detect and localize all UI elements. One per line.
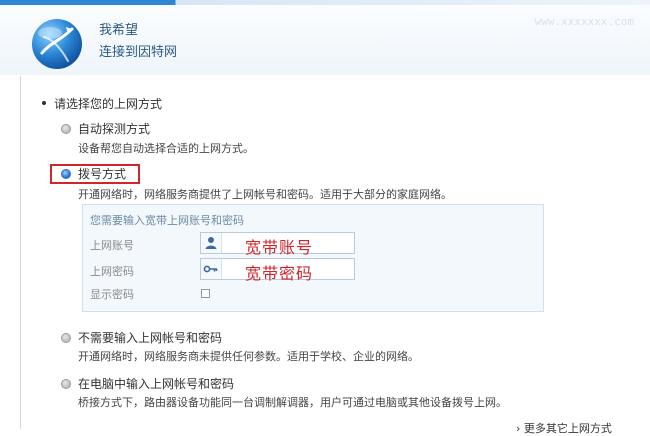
show-password-checkbox[interactable] [201,289,210,298]
option-no-credentials-label[interactable]: 不需要输入上网帐号和密码 [78,329,222,346]
option-bridge-mode-label[interactable]: 在电脑中输入上网帐号和密码 [78,375,234,392]
key-icon [201,259,222,279]
left-divider [20,76,21,429]
password-input[interactable]: 宽带密码 [200,258,355,283]
user-icon [201,233,222,253]
globe-logo-icon [32,19,82,69]
panel-hint: 您需要输入宽带上网账号和密码 [90,214,244,227]
show-password-label: 显示密码 [90,288,134,301]
account-input[interactable]: 宽带账号 [200,232,355,257]
account-label: 上网账号 [90,239,134,252]
option-auto-detect-label[interactable]: 自动探测方式 [78,120,150,137]
more-options-link[interactable]: › 更多其它上网方式 [516,420,612,436]
wizard-header: 我希望 连接到因特网 www.xxxxxxx.com [0,5,650,75]
password-value: 宽带密码 [245,264,314,283]
option-dialup-label[interactable]: 拨号方式 [78,165,126,182]
radio-no-credentials[interactable] [61,333,71,343]
watermark: www.xxxxxxx.com [534,15,634,28]
section-heading-text: 请选择您的上网方式 [54,97,163,111]
section-heading: 请选择您的上网方式 [42,95,162,112]
option-dialup-description: 开通网络时，网络服务商提供了上网帐号和密码。适用于大部分的家庭网络。 [78,188,452,201]
radio-dialup[interactable] [61,169,71,179]
header-title: 我希望 [99,23,139,38]
radio-auto-detect[interactable] [61,124,71,134]
bullet-icon [42,100,46,105]
header-subtitle: 连接到因特网 [99,45,178,60]
option-bridge-mode-description: 桥接方式下，路由器设备功能同一台调制解调器，用户可通过电脑或其他设备拨号上网。 [78,396,507,409]
option-auto-detect-description: 设备帮您自动选择合适的上网方式。 [78,142,254,155]
account-value: 宽带账号 [245,238,314,257]
password-label: 上网密码 [90,265,134,278]
option-no-credentials-description: 开通网络时，网络服务商未提供任何参数。适用于学校、企业的网络。 [78,350,419,363]
radio-bridge-mode[interactable] [61,379,71,389]
